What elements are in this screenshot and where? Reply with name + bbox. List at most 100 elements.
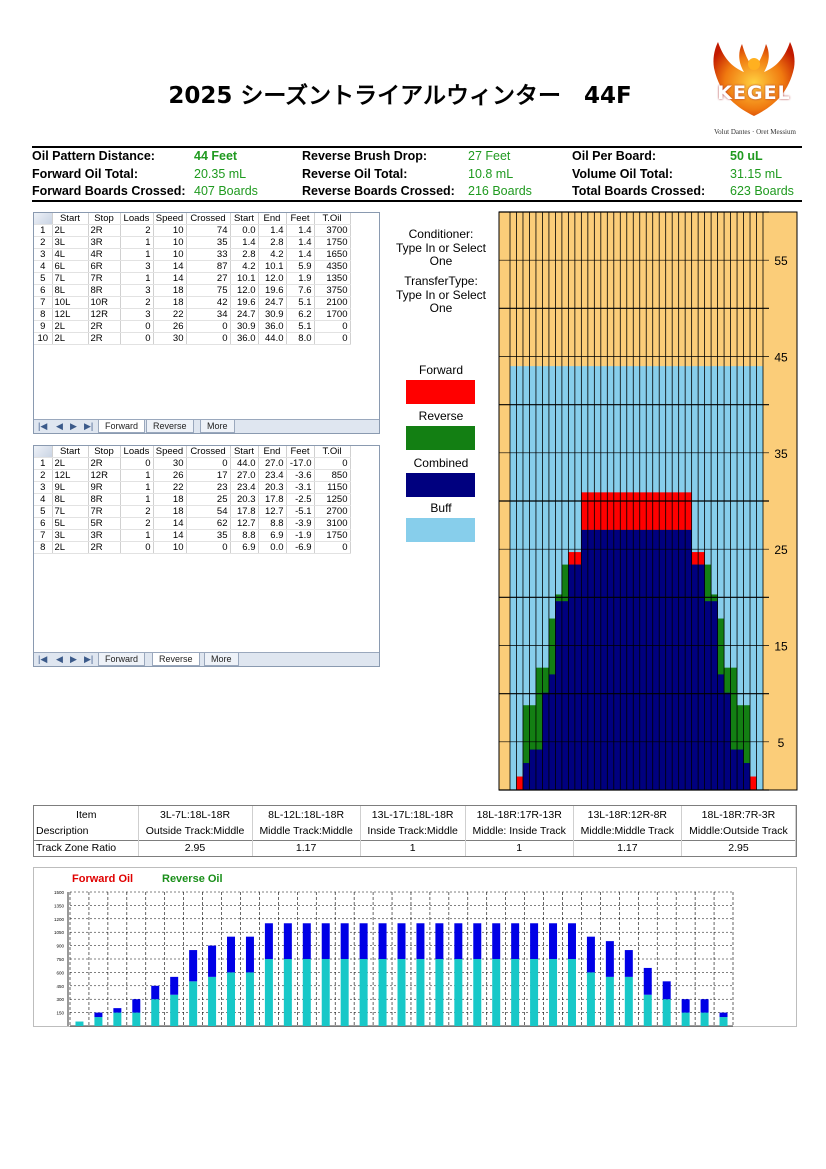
table-cell[interactable]: 1.4: [286, 236, 315, 250]
table-cell[interactable]: 1: [120, 529, 154, 543]
table-row[interactable]: 6 5L 5R 2 14 62 12.7 8.8 -3.9 3100: [34, 517, 351, 531]
table-row[interactable]: 2 12L 12R 1 26 17 27.0 23.4 -3.6 850: [34, 469, 351, 483]
table-cell[interactable]: 24.7: [258, 296, 287, 310]
table-cell[interactable]: 75: [186, 284, 231, 298]
table-cell[interactable]: 1.4: [230, 236, 259, 250]
table-cell[interactable]: 3L: [52, 529, 89, 543]
table-cell[interactable]: 0: [314, 320, 351, 334]
table-cell[interactable]: 20.3: [258, 481, 287, 495]
table-cell[interactable]: 5.1: [286, 320, 315, 334]
table-cell[interactable]: 54: [186, 505, 231, 519]
table-cell[interactable]: 0: [314, 457, 351, 471]
table-cell[interactable]: 18: [153, 296, 187, 310]
table-row[interactable]: 7 10L 10R 2 18 42 19.6 24.7 5.1 2100: [34, 296, 351, 310]
table-cell[interactable]: 0: [186, 320, 231, 334]
table-cell[interactable]: 4L: [52, 248, 89, 262]
table-cell[interactable]: 12R: [88, 469, 121, 483]
table-cell[interactable]: 10: [153, 224, 187, 238]
table-cell[interactable]: 17.8: [258, 493, 287, 507]
table-cell[interactable]: 6.9: [258, 529, 287, 543]
next-sheet-icon[interactable]: ▶: [70, 421, 77, 432]
table-cell[interactable]: 10: [153, 236, 187, 250]
table-cell[interactable]: 27: [186, 272, 231, 286]
table-cell[interactable]: 18: [153, 284, 187, 298]
table-cell[interactable]: 1250: [314, 493, 351, 507]
table-cell[interactable]: 12L: [52, 308, 89, 322]
table-cell[interactable]: 26: [153, 320, 187, 334]
table-row[interactable]: 6 8L 8R 3 18 75 12.0 19.6 7.6 3750: [34, 284, 351, 298]
table-cell[interactable]: 23.4: [230, 481, 259, 495]
table-cell[interactable]: 30: [153, 332, 187, 346]
table-cell[interactable]: 10L: [52, 296, 89, 310]
table-cell[interactable]: 12L: [52, 469, 89, 483]
table-cell[interactable]: 19.6: [258, 284, 287, 298]
table-cell[interactable]: 1: [120, 236, 154, 250]
table-cell[interactable]: 14: [153, 529, 187, 543]
table-cell[interactable]: 8.8: [258, 517, 287, 531]
table-cell[interactable]: 1350: [314, 272, 351, 286]
table-row[interactable]: 3 4L 4R 1 10 33 2.8 4.2 1.4 1650: [34, 248, 351, 262]
table-row[interactable]: 3 9L 9R 1 22 23 23.4 20.3 -3.1 1150: [34, 481, 351, 495]
table-cell[interactable]: 3R: [88, 529, 121, 543]
table-cell[interactable]: -3.9: [286, 517, 315, 531]
table-cell[interactable]: 8R: [88, 284, 121, 298]
table-cell[interactable]: 2R: [88, 320, 121, 334]
table-row[interactable]: 5 7L 7R 1 14 27 10.1 12.0 1.9 1350: [34, 272, 351, 286]
table-cell[interactable]: 2L: [52, 541, 89, 555]
table-cell[interactable]: 2: [120, 517, 154, 531]
table-cell[interactable]: 62: [186, 517, 231, 531]
prev-sheet-icon[interactable]: ◀: [56, 654, 63, 665]
table-cell[interactable]: 2700: [314, 505, 351, 519]
table-cell[interactable]: 22: [153, 308, 187, 322]
table-cell[interactable]: 3: [120, 284, 154, 298]
table-cell[interactable]: 0: [314, 541, 351, 555]
table-cell[interactable]: 1750: [314, 236, 351, 250]
table-cell[interactable]: 3L: [52, 236, 89, 250]
table-cell[interactable]: 3: [120, 308, 154, 322]
table-cell[interactable]: 24.7: [230, 308, 259, 322]
table-row[interactable]: 8 12L 12R 3 22 34 24.7 30.9 6.2 1700: [34, 308, 351, 322]
table-cell[interactable]: 1.4: [286, 248, 315, 262]
table-cell[interactable]: 4R: [88, 248, 121, 262]
table-cell[interactable]: 0: [120, 541, 154, 555]
table-cell[interactable]: 2R: [88, 224, 121, 238]
table-cell[interactable]: 44.0: [258, 332, 287, 346]
table-cell[interactable]: 10: [153, 541, 187, 555]
table-cell[interactable]: 27.0: [258, 457, 287, 471]
table-cell[interactable]: 25: [186, 493, 231, 507]
table-cell[interactable]: 12.7: [258, 505, 287, 519]
table-cell[interactable]: 12.0: [258, 272, 287, 286]
table-cell[interactable]: 26: [153, 469, 187, 483]
table-cell[interactable]: 18: [153, 493, 187, 507]
table-cell[interactable]: 1750: [314, 529, 351, 543]
table-cell[interactable]: 7R: [88, 272, 121, 286]
table-cell[interactable]: 8L: [52, 493, 89, 507]
table-cell[interactable]: 36.0: [258, 320, 287, 334]
table-cell[interactable]: 5R: [88, 517, 121, 531]
table-cell[interactable]: 44.0: [230, 457, 259, 471]
table-cell[interactable]: 6.9: [230, 541, 259, 555]
table-cell[interactable]: 0: [120, 332, 154, 346]
table-cell[interactable]: 2R: [88, 332, 121, 346]
table-row[interactable]: 1 2L 2R 2 10 74 0.0 1.4 1.4 3700: [34, 224, 351, 238]
table-cell[interactable]: 12.0: [230, 284, 259, 298]
table-cell[interactable]: 9R: [88, 481, 121, 495]
table-cell[interactable]: 2.8: [230, 248, 259, 262]
table-cell[interactable]: 2R: [88, 541, 121, 555]
table-row[interactable]: 1 2L 2R 0 30 0 44.0 27.0 -17.0 0: [34, 457, 351, 471]
table-cell[interactable]: 2L: [52, 332, 89, 346]
table-cell[interactable]: 4.2: [258, 248, 287, 262]
table-cell[interactable]: 5.1: [286, 296, 315, 310]
table-cell[interactable]: 14: [153, 517, 187, 531]
table-cell[interactable]: 19.6: [230, 296, 259, 310]
table-cell[interactable]: -5.1: [286, 505, 315, 519]
table-cell[interactable]: 22: [153, 481, 187, 495]
table-cell[interactable]: 0: [186, 541, 231, 555]
table-cell[interactable]: 4350: [314, 260, 351, 274]
first-sheet-icon[interactable]: |◀: [38, 654, 47, 665]
table-cell[interactable]: 1: [120, 272, 154, 286]
table-cell[interactable]: 2: [120, 224, 154, 238]
table-cell[interactable]: 3750: [314, 284, 351, 298]
table-cell[interactable]: -6.9: [286, 541, 315, 555]
table-cell[interactable]: 6.2: [286, 308, 315, 322]
